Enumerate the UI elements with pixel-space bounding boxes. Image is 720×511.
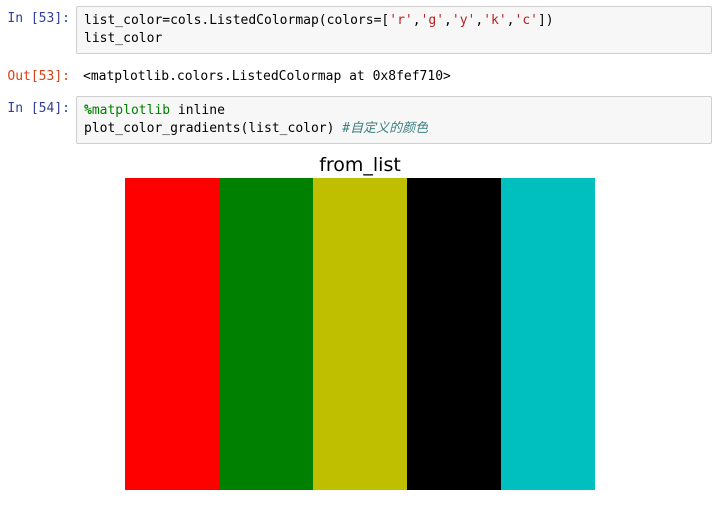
magic-name: matplotlib — [92, 103, 170, 118]
input-prompt-54: In [54]: — [0, 96, 76, 118]
string-literal: 'k' — [483, 13, 506, 28]
cell-53-input: In [53]: list_color=cols.ListedColormap(… — [0, 6, 720, 54]
output-prompt-53: Out[53]: — [0, 64, 76, 86]
figure-title: from_list — [125, 154, 595, 176]
swatch-k — [407, 178, 501, 490]
cell-54-input: In [54]: %matplotlib inline plot_color_g… — [0, 96, 720, 144]
output-text-53: <matplotlib.colors.ListedColormap at 0x8… — [76, 64, 720, 86]
figure-output: from_list — [0, 154, 720, 490]
code-input-53[interactable]: list_color=cols.ListedColormap(colors=['… — [76, 6, 712, 54]
swatch-r — [125, 178, 219, 490]
notebook: In [53]: list_color=cols.ListedColormap(… — [0, 0, 720, 490]
code-text: plot_color_gradients(list_color) — [84, 121, 342, 136]
input-prompt-53: In [53]: — [0, 6, 76, 28]
comma: , — [444, 13, 452, 28]
magic-percent: % — [84, 103, 92, 118]
figure: from_list — [125, 154, 595, 490]
code-input-54[interactable]: %matplotlib inline plot_color_gradients(… — [76, 96, 712, 144]
code-line: list_color — [84, 30, 704, 48]
code-text: list_color=cols.ListedColormap(colors=[ — [84, 13, 389, 28]
comma: , — [475, 13, 483, 28]
cell-53-output: Out[53]: <matplotlib.colors.ListedColorm… — [0, 64, 720, 86]
string-literal: 'c' — [515, 13, 538, 28]
comma: , — [507, 13, 515, 28]
string-literal: 'y' — [452, 13, 475, 28]
code-line: %matplotlib inline — [84, 102, 704, 120]
code-line: plot_color_gradients(list_color) #自定义的颜色 — [84, 120, 704, 138]
color-gradient — [125, 178, 595, 490]
comment: #自定义的颜色 — [342, 121, 428, 136]
code-text: ]) — [538, 13, 554, 28]
swatch-g — [219, 178, 313, 490]
magic-arg: inline — [170, 103, 225, 118]
string-literal: 'r' — [389, 13, 412, 28]
code-line: list_color=cols.ListedColormap(colors=['… — [84, 12, 704, 30]
swatch-y — [313, 178, 407, 490]
swatch-c — [501, 178, 595, 490]
comma: , — [413, 13, 421, 28]
string-literal: 'g' — [421, 13, 444, 28]
